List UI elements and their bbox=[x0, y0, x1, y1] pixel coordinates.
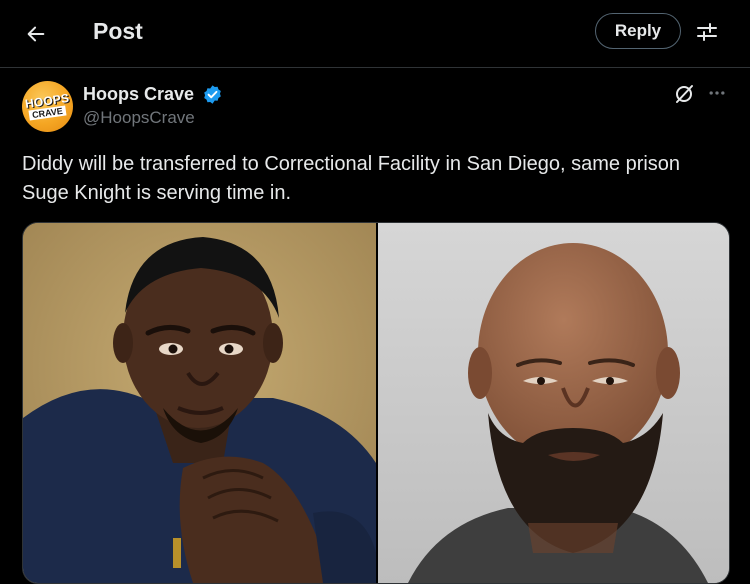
media-photo-1[interactable] bbox=[23, 223, 376, 583]
author-handle[interactable]: @HoopsCrave bbox=[83, 108, 195, 128]
top-bar: Post Reply bbox=[0, 0, 750, 66]
verified-badge-icon bbox=[204, 85, 221, 104]
media-photo-2[interactable] bbox=[378, 223, 729, 583]
author-name[interactable]: Hoops Crave bbox=[83, 84, 194, 105]
sliders-icon bbox=[697, 23, 717, 41]
arrow-left-icon bbox=[27, 26, 45, 42]
grok-button[interactable] bbox=[672, 82, 696, 106]
page-title: Post bbox=[93, 18, 143, 44]
photo-2-image bbox=[378, 223, 729, 583]
post-text: Diddy will be transferred to Correctiona… bbox=[22, 153, 681, 204]
avatar[interactable]: HOOPS CRAVE bbox=[22, 81, 73, 132]
more-options-button[interactable] bbox=[706, 82, 728, 104]
grok-icon bbox=[676, 85, 693, 103]
photo-1-image bbox=[23, 223, 376, 583]
reply-button[interactable]: Reply bbox=[595, 13, 681, 49]
header-divider bbox=[0, 67, 750, 68]
post-media[interactable] bbox=[22, 222, 730, 584]
back-button[interactable] bbox=[20, 18, 52, 50]
settings-button[interactable] bbox=[692, 17, 722, 47]
more-horizontal-icon bbox=[709, 91, 725, 95]
